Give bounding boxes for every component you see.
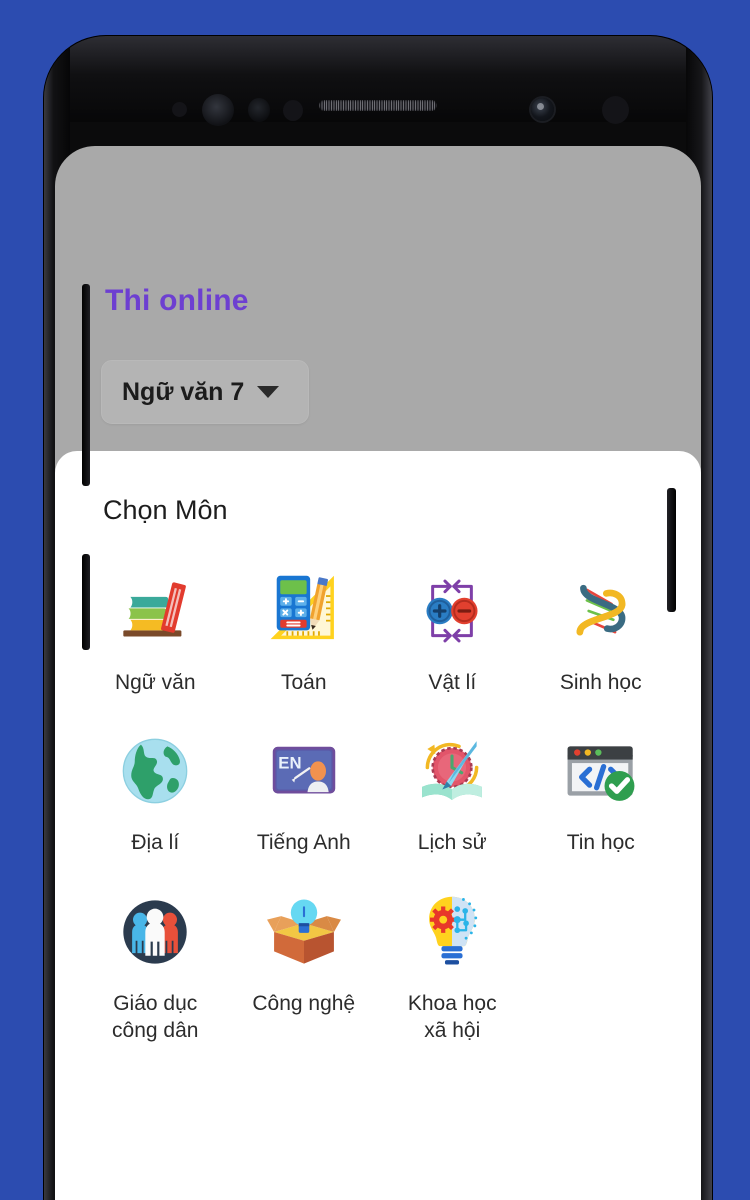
subject-label: Ngữ văn [114, 671, 196, 694]
subject-label: Toán [280, 671, 327, 694]
people-circle-icon [107, 887, 203, 977]
blackboard-en-icon: EN [256, 726, 352, 816]
power-button[interactable] [667, 488, 676, 612]
globe-icon [107, 726, 203, 816]
subject-label: Lịch sử [417, 831, 487, 855]
subject-label: Địa lí [131, 831, 180, 855]
front-camera-icon [531, 98, 554, 121]
subject-item-lich-su[interactable]: Lịch sử [378, 704, 527, 856]
subject-label: Tin học [566, 831, 635, 855]
subject-label: Công nghệ [252, 991, 356, 1015]
subject-item-giao-duc-cong-dan[interactable]: Giáo dục công dân [81, 865, 230, 1045]
subject-picker-sheet: Chọn Môn Ngữ văn Toán Vật lí Sinh học Đị… [55, 451, 701, 1200]
subject-item-cong-nghe[interactable]: Công nghệ [230, 865, 379, 1045]
subject-item-ngu-van[interactable]: Ngữ văn [81, 544, 230, 696]
sheet-title: Chọn Môn [103, 495, 228, 525]
subject-label: Vật lí [428, 671, 477, 694]
clock-book-quill-icon [404, 726, 500, 816]
grade-selector[interactable]: Ngữ văn 7 [101, 360, 309, 424]
subject-label: Giáo dục công dân [112, 991, 199, 1042]
bixby-button[interactable] [82, 554, 90, 650]
subject-item-dia-li[interactable]: Địa lí [81, 704, 230, 856]
svg-text:EN: EN [278, 754, 301, 773]
earpiece-speaker-icon [319, 100, 437, 111]
charges-icon [404, 566, 500, 656]
subject-label: Sinh học [559, 671, 642, 694]
light-sensor-icon [248, 98, 270, 122]
subject-item-khoa-hoc-xa-hoi[interactable]: Khoa học xã hội [378, 865, 527, 1045]
subject-item-tin-hoc[interactable]: Tin học [527, 704, 676, 856]
subject-grid: Ngữ văn Toán Vật lí Sinh học Địa lí EN T… [81, 544, 675, 1044]
subject-item-sinh-hoc[interactable]: Sinh học [527, 544, 676, 696]
iris-scanner-icon [202, 94, 234, 126]
books-icon [107, 566, 203, 656]
subject-label: Tiếng Anh [256, 831, 351, 855]
code-window-check-icon [553, 726, 649, 816]
sensor-bar [44, 36, 712, 146]
volume-rocker-button[interactable] [82, 284, 90, 486]
subject-item-tieng-anh[interactable]: EN Tiếng Anh [230, 704, 379, 856]
dna-icon [553, 566, 649, 656]
calculator-ruler-icon [256, 566, 352, 656]
bulb-gear-circuit-icon [404, 887, 500, 977]
page-title: Thi online [105, 284, 249, 317]
proximity-sensor-icon [172, 102, 187, 117]
box-bulb-icon [256, 887, 352, 977]
chevron-down-icon [257, 386, 280, 398]
phone-screen: Thi online Ngữ văn 7 Chọn Môn Ngữ văn To… [55, 146, 701, 1200]
grade-selector-value: Ngữ văn 7 [122, 377, 245, 406]
subject-item-vat-li[interactable]: Vật lí [378, 544, 527, 696]
extra-sensor-icon [283, 100, 303, 121]
subject-item-toan[interactable]: Toán [230, 544, 379, 696]
subject-label: Khoa học xã hội [407, 991, 497, 1042]
secondary-sensor-icon [602, 96, 629, 124]
phone-frame: Thi online Ngữ văn 7 Chọn Môn Ngữ văn To… [44, 36, 712, 1200]
